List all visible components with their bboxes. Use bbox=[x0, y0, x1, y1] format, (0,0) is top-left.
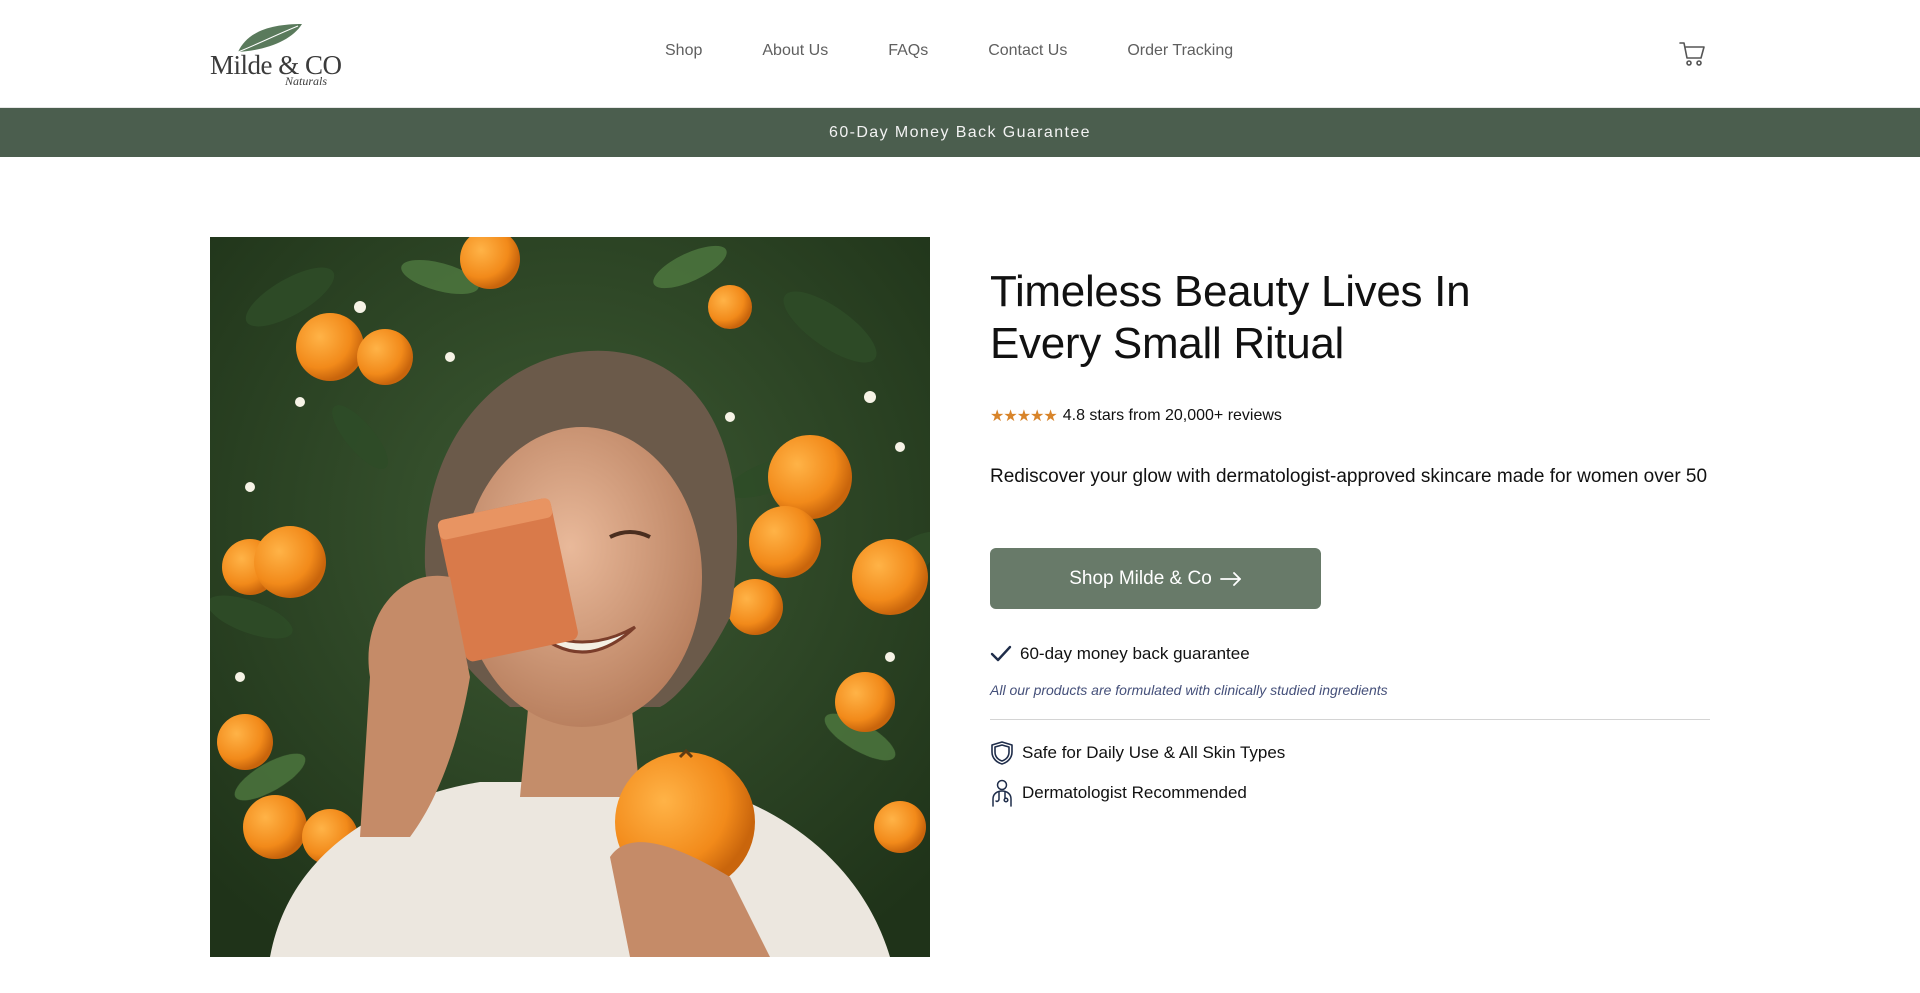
main-nav: Shop About Us FAQs Contact Us Order Trac… bbox=[665, 42, 1233, 60]
feature-safe-daily: Safe for Daily Use & All Skin Types bbox=[990, 740, 1285, 766]
shop-now-button[interactable]: Shop Milde & Co bbox=[990, 548, 1321, 609]
divider bbox=[990, 719, 1710, 720]
hero-title-line-1: Timeless Beauty Lives In bbox=[990, 267, 1471, 316]
nav-about-us[interactable]: About Us bbox=[762, 42, 828, 60]
arrow-right-icon bbox=[1219, 571, 1242, 586]
rating-text: 4.8 stars from 20,000+ reviews bbox=[1062, 407, 1282, 424]
hero-image bbox=[210, 237, 930, 957]
hero-title: Timeless Beauty Lives In Every Small Rit… bbox=[990, 266, 1510, 370]
nav-order-tracking[interactable]: Order Tracking bbox=[1127, 42, 1233, 60]
formulated-note: All our products are formulated with cli… bbox=[990, 682, 1388, 698]
shield-icon bbox=[991, 741, 1013, 765]
announcement-bar: 60-Day Money Back Guarantee bbox=[0, 108, 1920, 157]
star-rating-icon: ★★★★★ bbox=[990, 408, 1058, 425]
doctor-icon bbox=[992, 779, 1012, 807]
feature-dermatologist: Dermatologist Recommended bbox=[990, 779, 1247, 807]
site-header: Milde & CO Naturals Shop About Us FAQs C… bbox=[0, 0, 1920, 108]
hero-content: Timeless Beauty Lives In Every Small Rit… bbox=[990, 266, 1710, 807]
checkmark-icon bbox=[990, 645, 1012, 662]
rating: ★★★★★ 4.8 stars from 20,000+ reviews bbox=[990, 406, 1282, 426]
logo[interactable]: Milde & CO Naturals bbox=[210, 22, 342, 88]
logo-subtitle: Naturals bbox=[285, 74, 328, 88]
announcement-text: 60-Day Money Back Guarantee bbox=[829, 123, 1091, 141]
hero-photo bbox=[210, 237, 930, 957]
feature-safe-text: Safe for Daily Use & All Skin Types bbox=[1022, 743, 1286, 762]
shop-now-label: Shop Milde & Co bbox=[1069, 567, 1212, 589]
nav-contact-us[interactable]: Contact Us bbox=[988, 42, 1067, 60]
cart-icon[interactable] bbox=[1678, 40, 1706, 68]
guarantee: 60-day money back guarantee bbox=[990, 644, 1250, 664]
guarantee-text: 60-day money back guarantee bbox=[1020, 644, 1250, 663]
hero-subtitle: Rediscover your glow with dermatologist-… bbox=[990, 466, 1708, 487]
nav-faqs[interactable]: FAQs bbox=[888, 42, 928, 60]
hero-title-line-2: Every Small Ritual bbox=[990, 319, 1345, 368]
nav-shop[interactable]: Shop bbox=[665, 42, 702, 60]
feature-dermatologist-text: Dermatologist Recommended bbox=[1022, 783, 1247, 802]
